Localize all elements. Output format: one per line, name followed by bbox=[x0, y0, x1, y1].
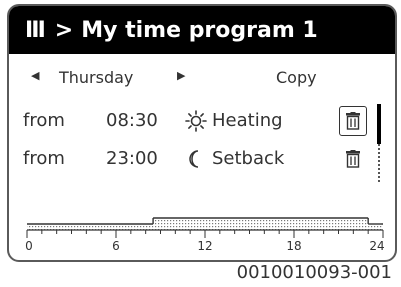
switch-point-row[interactable]: from 08:30 Heating bbox=[9, 102, 395, 140]
mode-label[interactable]: Heating bbox=[212, 110, 283, 131]
moon-icon bbox=[189, 150, 199, 168]
scrollbar-thumb[interactable] bbox=[377, 104, 381, 144]
figure-id: 0010010093-001 bbox=[236, 262, 392, 283]
next-day-icon[interactable]: ▶ bbox=[177, 69, 185, 82]
sun-icon bbox=[185, 110, 207, 132]
timeline-tick-label: 12 bbox=[197, 239, 212, 253]
trash-icon[interactable] bbox=[339, 144, 367, 174]
trash-icon[interactable] bbox=[339, 106, 367, 136]
breadcrumb-separator: > bbox=[54, 17, 74, 43]
prev-day-icon[interactable]: ◀ bbox=[31, 69, 39, 82]
from-label: from bbox=[23, 110, 65, 131]
timeline-tick-label: 18 bbox=[286, 239, 301, 253]
scrollbar-track[interactable] bbox=[378, 144, 380, 182]
timeline-segment bbox=[368, 224, 383, 230]
title-bar: Ⅲ > My time program 1 bbox=[9, 6, 395, 54]
day-label[interactable]: Thursday bbox=[59, 68, 133, 87]
timeline-segment bbox=[27, 224, 154, 230]
day-navigation: ◀ Thursday ▶ Copy bbox=[9, 62, 395, 96]
from-label: from bbox=[23, 148, 65, 169]
timeline-tick-label: 24 bbox=[369, 239, 384, 253]
mode-label[interactable]: Setback bbox=[212, 148, 284, 169]
switch-time[interactable]: 08:30 bbox=[106, 110, 158, 131]
timeline-tick-label: 0 bbox=[25, 239, 33, 253]
menu-icon[interactable]: Ⅲ bbox=[25, 18, 46, 43]
display-screen: Ⅲ > My time program 1 ◀ Thursday ▶ Copy … bbox=[7, 4, 397, 262]
timeline-tick-label: 6 bbox=[112, 239, 120, 253]
page-title: My time program 1 bbox=[81, 17, 318, 43]
timeline-segment bbox=[153, 218, 369, 230]
switch-time[interactable]: 23:00 bbox=[106, 148, 158, 169]
copy-button[interactable]: Copy bbox=[276, 68, 317, 87]
switch-point-row[interactable]: from 23:00 Setback bbox=[9, 140, 395, 178]
day-timeline: 0 6 12 18 24 bbox=[25, 217, 385, 253]
